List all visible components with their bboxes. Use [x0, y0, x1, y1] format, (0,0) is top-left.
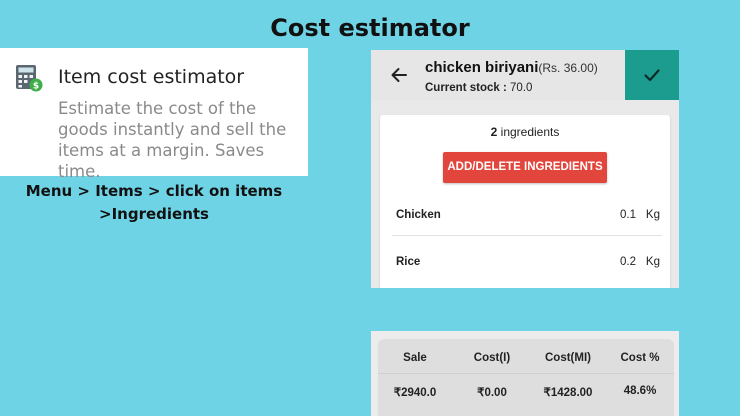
ingredient-count-number: 2: [490, 125, 498, 139]
cost-summary-table: Sale Cost(I) Cost(MI) Cost % ₹2940.0 ₹0.…: [378, 339, 674, 416]
ingredient-name: Chicken: [396, 209, 441, 221]
header-cost-i: Cost(I): [473, 352, 511, 364]
value-cost-percent: 48.6%: [623, 385, 657, 397]
ingredient-qty: 0.2: [620, 256, 636, 268]
ingredient-unit: Kg: [645, 256, 660, 268]
ingredient-count-label: ingredients: [500, 125, 560, 139]
navigation-path: Menu > Items > click on items >Ingredien…: [0, 180, 308, 226]
item-name: chicken biriyani: [425, 59, 539, 76]
header-cost-mi: Cost(MI): [545, 352, 591, 364]
confirm-button[interactable]: [625, 50, 679, 100]
summary-divider: [378, 373, 674, 374]
navigation-path-line2: >Ingredients: [99, 205, 209, 223]
item-price: (Rs. 36.00): [538, 61, 598, 75]
row-divider: [392, 235, 662, 236]
calculator-icon: $: [14, 63, 44, 93]
value-sale: ₹2940.0: [393, 387, 437, 399]
svg-text:$: $: [33, 82, 39, 92]
stock-value: 70.0: [510, 82, 533, 94]
cost-summary-screen: Sale Cost(I) Cost(MI) Cost % ₹2940.0 ₹0.…: [371, 331, 679, 416]
add-delete-ingredients-button[interactable]: ADD/DELETE INGREDIENTS: [443, 152, 607, 183]
ingredient-count: 2 ingredients: [380, 125, 670, 139]
item-ingredients-screen: chicken biriyani(Rs. 36.00) Current stoc…: [371, 50, 679, 288]
value-cost-mi: ₹1428.00: [543, 387, 593, 399]
ingredient-qty: 0.1: [620, 209, 636, 221]
ingredient-row-rice[interactable]: Rice 0.2 Kg: [396, 239, 662, 285]
header-sale: Sale: [403, 352, 427, 364]
check-icon: [644, 69, 660, 82]
item-title: chicken biriyani(Rs. 36.00): [425, 59, 598, 76]
feature-description: Estimate the cost of the goods instantly…: [58, 99, 287, 181]
feature-title: Item cost estimator: [58, 66, 245, 88]
ingredient-row-chicken[interactable]: Chicken 0.1 Kg: [396, 192, 662, 238]
stock-label: Current stock :: [425, 82, 507, 94]
ingredient-name: Rice: [396, 256, 421, 268]
back-arrow-icon[interactable]: [389, 65, 409, 85]
page-title: Cost estimator: [270, 14, 470, 42]
value-cost-i: ₹0.00: [477, 387, 507, 399]
navigation-path-line1: Menu > Items > click on items: [25, 182, 283, 200]
header-cost-percent: Cost %: [620, 352, 660, 364]
app-bar: chicken biriyani(Rs. 36.00) Current stoc…: [371, 50, 679, 100]
ingredient-unit: Kg: [645, 209, 660, 221]
ingredients-card: 2 ingredients ADD/DELETE INGREDIENTS Chi…: [380, 115, 670, 288]
current-stock: Current stock : 70.0: [425, 82, 532, 94]
